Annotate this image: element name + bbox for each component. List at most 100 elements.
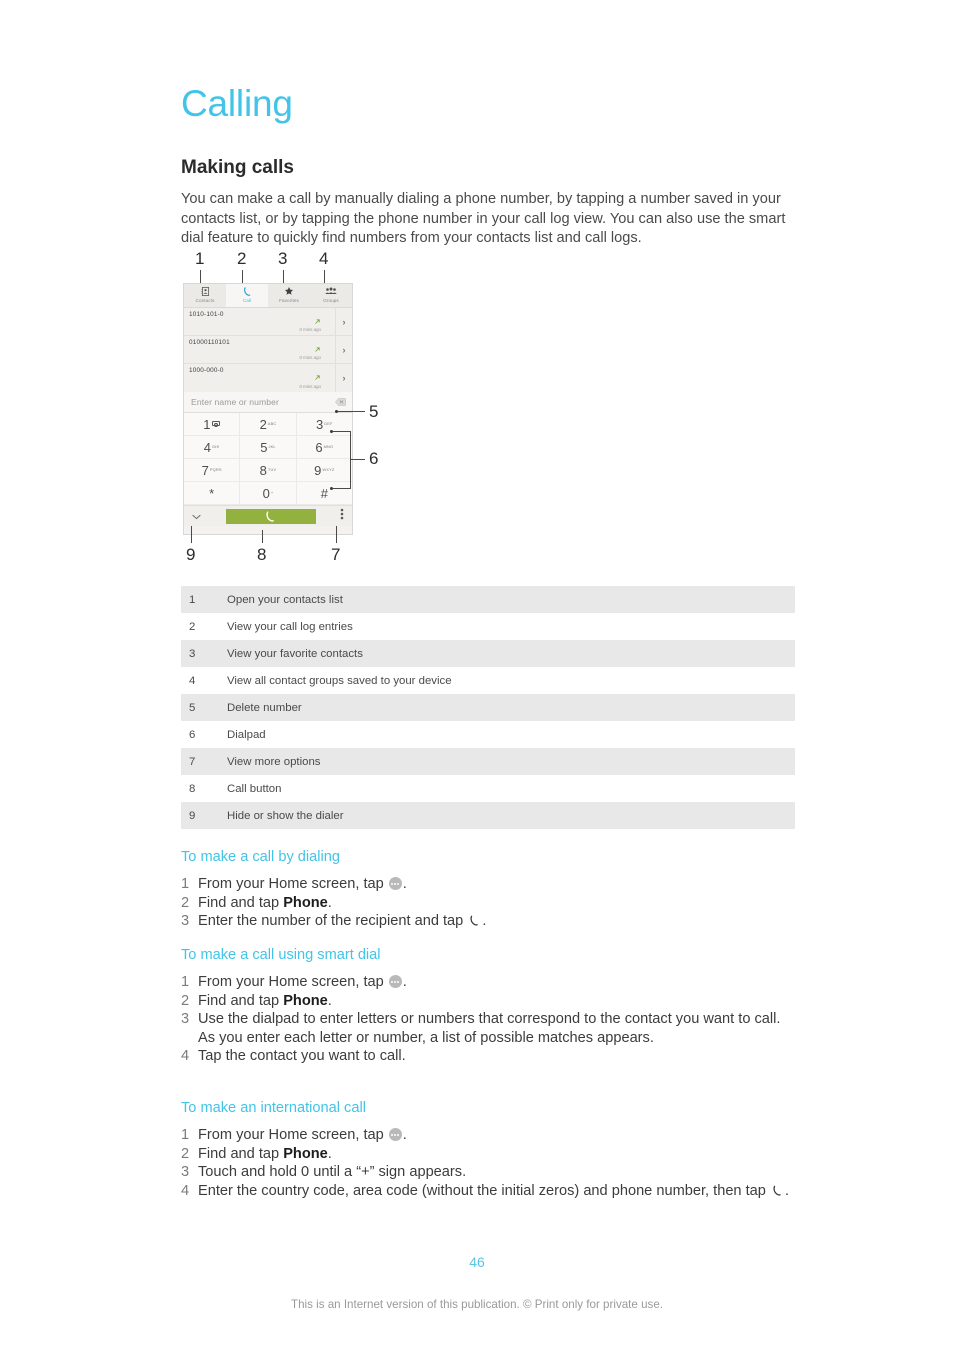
- step-text-suffix: .: [482, 913, 487, 929]
- call-button[interactable]: [225, 508, 316, 524]
- tab-favorites[interactable]: Favorites: [268, 284, 310, 307]
- section-heading: Making calls: [181, 157, 294, 178]
- callout-2: 2: [237, 249, 247, 268]
- legend-text: View your favorite contacts: [227, 647, 363, 660]
- chevron-right-icon[interactable]: ›: [335, 308, 352, 335]
- phone-screen: Contacts Call Favorites Groups 1010-101-…: [183, 283, 353, 535]
- footer-note: This is an Internet version of this publ…: [291, 1298, 663, 1311]
- dial-key-6[interactable]: 6 MNO: [296, 436, 352, 459]
- callout-9: 9: [186, 545, 196, 564]
- dialpad-row: 4 GHI 5 JKL 6 MNO: [184, 436, 352, 459]
- dial-key-letters: MNO: [323, 444, 334, 449]
- callout-4: 4: [319, 249, 329, 268]
- call-log-list: 1010-101-0 0 mins ago › 01000110101 0 mi…: [184, 308, 352, 392]
- dialpad: 1 2 ABC 3 DEF 4 GHI 5 JKL 6 MNO 7 PQRS 8…: [184, 413, 352, 505]
- tab-call-label: Call: [242, 297, 252, 303]
- table-row: 7 View more options: [181, 748, 795, 775]
- list-item: 2 Find and tap Phone.: [181, 992, 795, 1011]
- legend-text: Open your contacts list: [227, 593, 343, 606]
- step-text-prefix: Find and tap: [198, 992, 284, 1009]
- dial-key-9[interactable]: 9 WXYZ: [296, 459, 352, 482]
- dialpad-row: 7 PQRS 8 TUV 9 WXYZ: [184, 459, 352, 482]
- dial-key-8[interactable]: 8 TUV: [240, 459, 297, 482]
- dial-key-3[interactable]: 3 DEF: [296, 413, 352, 436]
- dial-key-star[interactable]: *: [184, 482, 241, 505]
- step-text-bold: Phone: [283, 992, 328, 1009]
- dial-key-digit: *: [209, 486, 215, 501]
- step-number: 4: [181, 1048, 190, 1064]
- call-log-entry[interactable]: 1000-000-0 0 mins ago: [184, 364, 335, 392]
- table-row: 1 Open your contacts list: [181, 586, 795, 613]
- page-title: Calling: [181, 83, 293, 124]
- backspace-delete-icon[interactable]: [335, 393, 347, 411]
- voicemail-icon: [212, 421, 221, 427]
- document-page: Calling Making calls You can make a call…: [0, 0, 954, 1350]
- legend-text: Delete number: [227, 701, 302, 714]
- step-text: Find and tap Phone.: [198, 894, 795, 913]
- leader-line-6-bracket: [350, 431, 351, 489]
- step-text-prefix: From your Home screen, tap: [198, 876, 388, 892]
- dialpad-row: 1 2 ABC 3 DEF: [184, 413, 352, 436]
- call-log-time: 0 mins ago: [299, 327, 321, 332]
- dial-key-7[interactable]: 7 PQRS: [184, 459, 241, 482]
- list-item: 2 Find and tap Phone.: [181, 894, 795, 913]
- table-row: 2 View your call log entries: [181, 613, 795, 640]
- dial-key-letters: ABC: [267, 421, 277, 426]
- step-text-prefix: Find and tap: [198, 894, 284, 911]
- legend-text: Dialpad: [227, 728, 266, 741]
- dial-key-letters: TUV: [267, 467, 277, 472]
- table-row[interactable]: 01000110101 0 mins ago ›: [184, 336, 352, 364]
- list-item: 3 Use the dialpad to enter letters or nu…: [181, 1010, 795, 1047]
- step-list: 1 From your Home screen, tap . 2 Find an…: [181, 973, 795, 1066]
- table-row[interactable]: 1000-000-0 0 mins ago ›: [184, 364, 352, 392]
- step-text-suffix: .: [402, 1127, 407, 1143]
- step-number: 1: [181, 974, 190, 990]
- table-row[interactable]: 1010-101-0 0 mins ago ›: [184, 308, 352, 336]
- chevron-right-icon[interactable]: ›: [335, 364, 352, 392]
- tab-contacts-label: Contacts: [195, 297, 215, 303]
- dial-key-0[interactable]: 0 +: [240, 482, 297, 505]
- step-text: From your Home screen, tap .: [198, 875, 795, 894]
- legend-number: 8: [189, 782, 196, 795]
- step-list: 1 From your Home screen, tap . 2 Find an…: [181, 1126, 795, 1200]
- tab-call[interactable]: Call: [226, 284, 268, 307]
- table-row: 6 Dialpad: [181, 721, 795, 748]
- step-text-suffix: .: [327, 992, 332, 1009]
- step-number: 2: [181, 992, 190, 1009]
- chevron-down-icon[interactable]: [192, 507, 201, 525]
- dial-key-digit: 9: [314, 463, 322, 478]
- handset-icon: [468, 914, 481, 927]
- procedure-smart-dial: To make a call using smart dial 1 From y…: [181, 946, 795, 1066]
- dial-key-2[interactable]: 2 ABC: [240, 413, 297, 436]
- dialpad-row: * 0 + #: [184, 482, 352, 505]
- dial-key-letters: DEF: [324, 421, 333, 426]
- overflow-menu-icon[interactable]: [340, 507, 344, 525]
- legend-number: 1: [189, 593, 196, 606]
- legend-table: 1 Open your contacts list 2 View your ca…: [181, 586, 795, 829]
- call-log-time: 0 mins ago: [299, 355, 321, 360]
- list-item: 3 Enter the number of the recipient and …: [181, 912, 795, 931]
- dial-key-hash[interactable]: #: [296, 482, 352, 505]
- table-row: 4 View all contact groups saved to your …: [181, 667, 795, 694]
- leader-line-5: [337, 411, 365, 412]
- call-log-entry[interactable]: 1010-101-0 0 mins ago: [184, 308, 335, 335]
- dial-key-4[interactable]: 4 GHI: [184, 436, 241, 459]
- list-item: 3 Touch and hold 0 until a “+” sign appe…: [181, 1163, 795, 1182]
- tab-contacts[interactable]: Contacts: [184, 284, 226, 307]
- table-row: 9 Hide or show the dialer: [181, 802, 795, 829]
- number-entry-field[interactable]: Enter name or number: [184, 392, 352, 413]
- procedure-international: To make an international call 1 From you…: [181, 1099, 795, 1200]
- chevron-right-icon[interactable]: ›: [335, 336, 352, 363]
- tab-groups[interactable]: Groups: [310, 284, 352, 307]
- call-log-entry[interactable]: 01000110101 0 mins ago: [184, 336, 335, 363]
- dial-key-5[interactable]: 5 JKL: [240, 436, 297, 459]
- dial-key-1[interactable]: 1: [184, 413, 241, 436]
- app-drawer-icon: [388, 877, 402, 890]
- handset-icon: [771, 1184, 784, 1197]
- tab-groups-label: Groups: [323, 297, 339, 303]
- legend-text: View more options: [227, 755, 321, 768]
- step-text-suffix: .: [402, 974, 407, 990]
- dialer-tab-bar: Contacts Call Favorites Groups: [184, 284, 352, 308]
- callout-7: 7: [331, 545, 341, 564]
- dial-key-digit: 0: [262, 486, 270, 501]
